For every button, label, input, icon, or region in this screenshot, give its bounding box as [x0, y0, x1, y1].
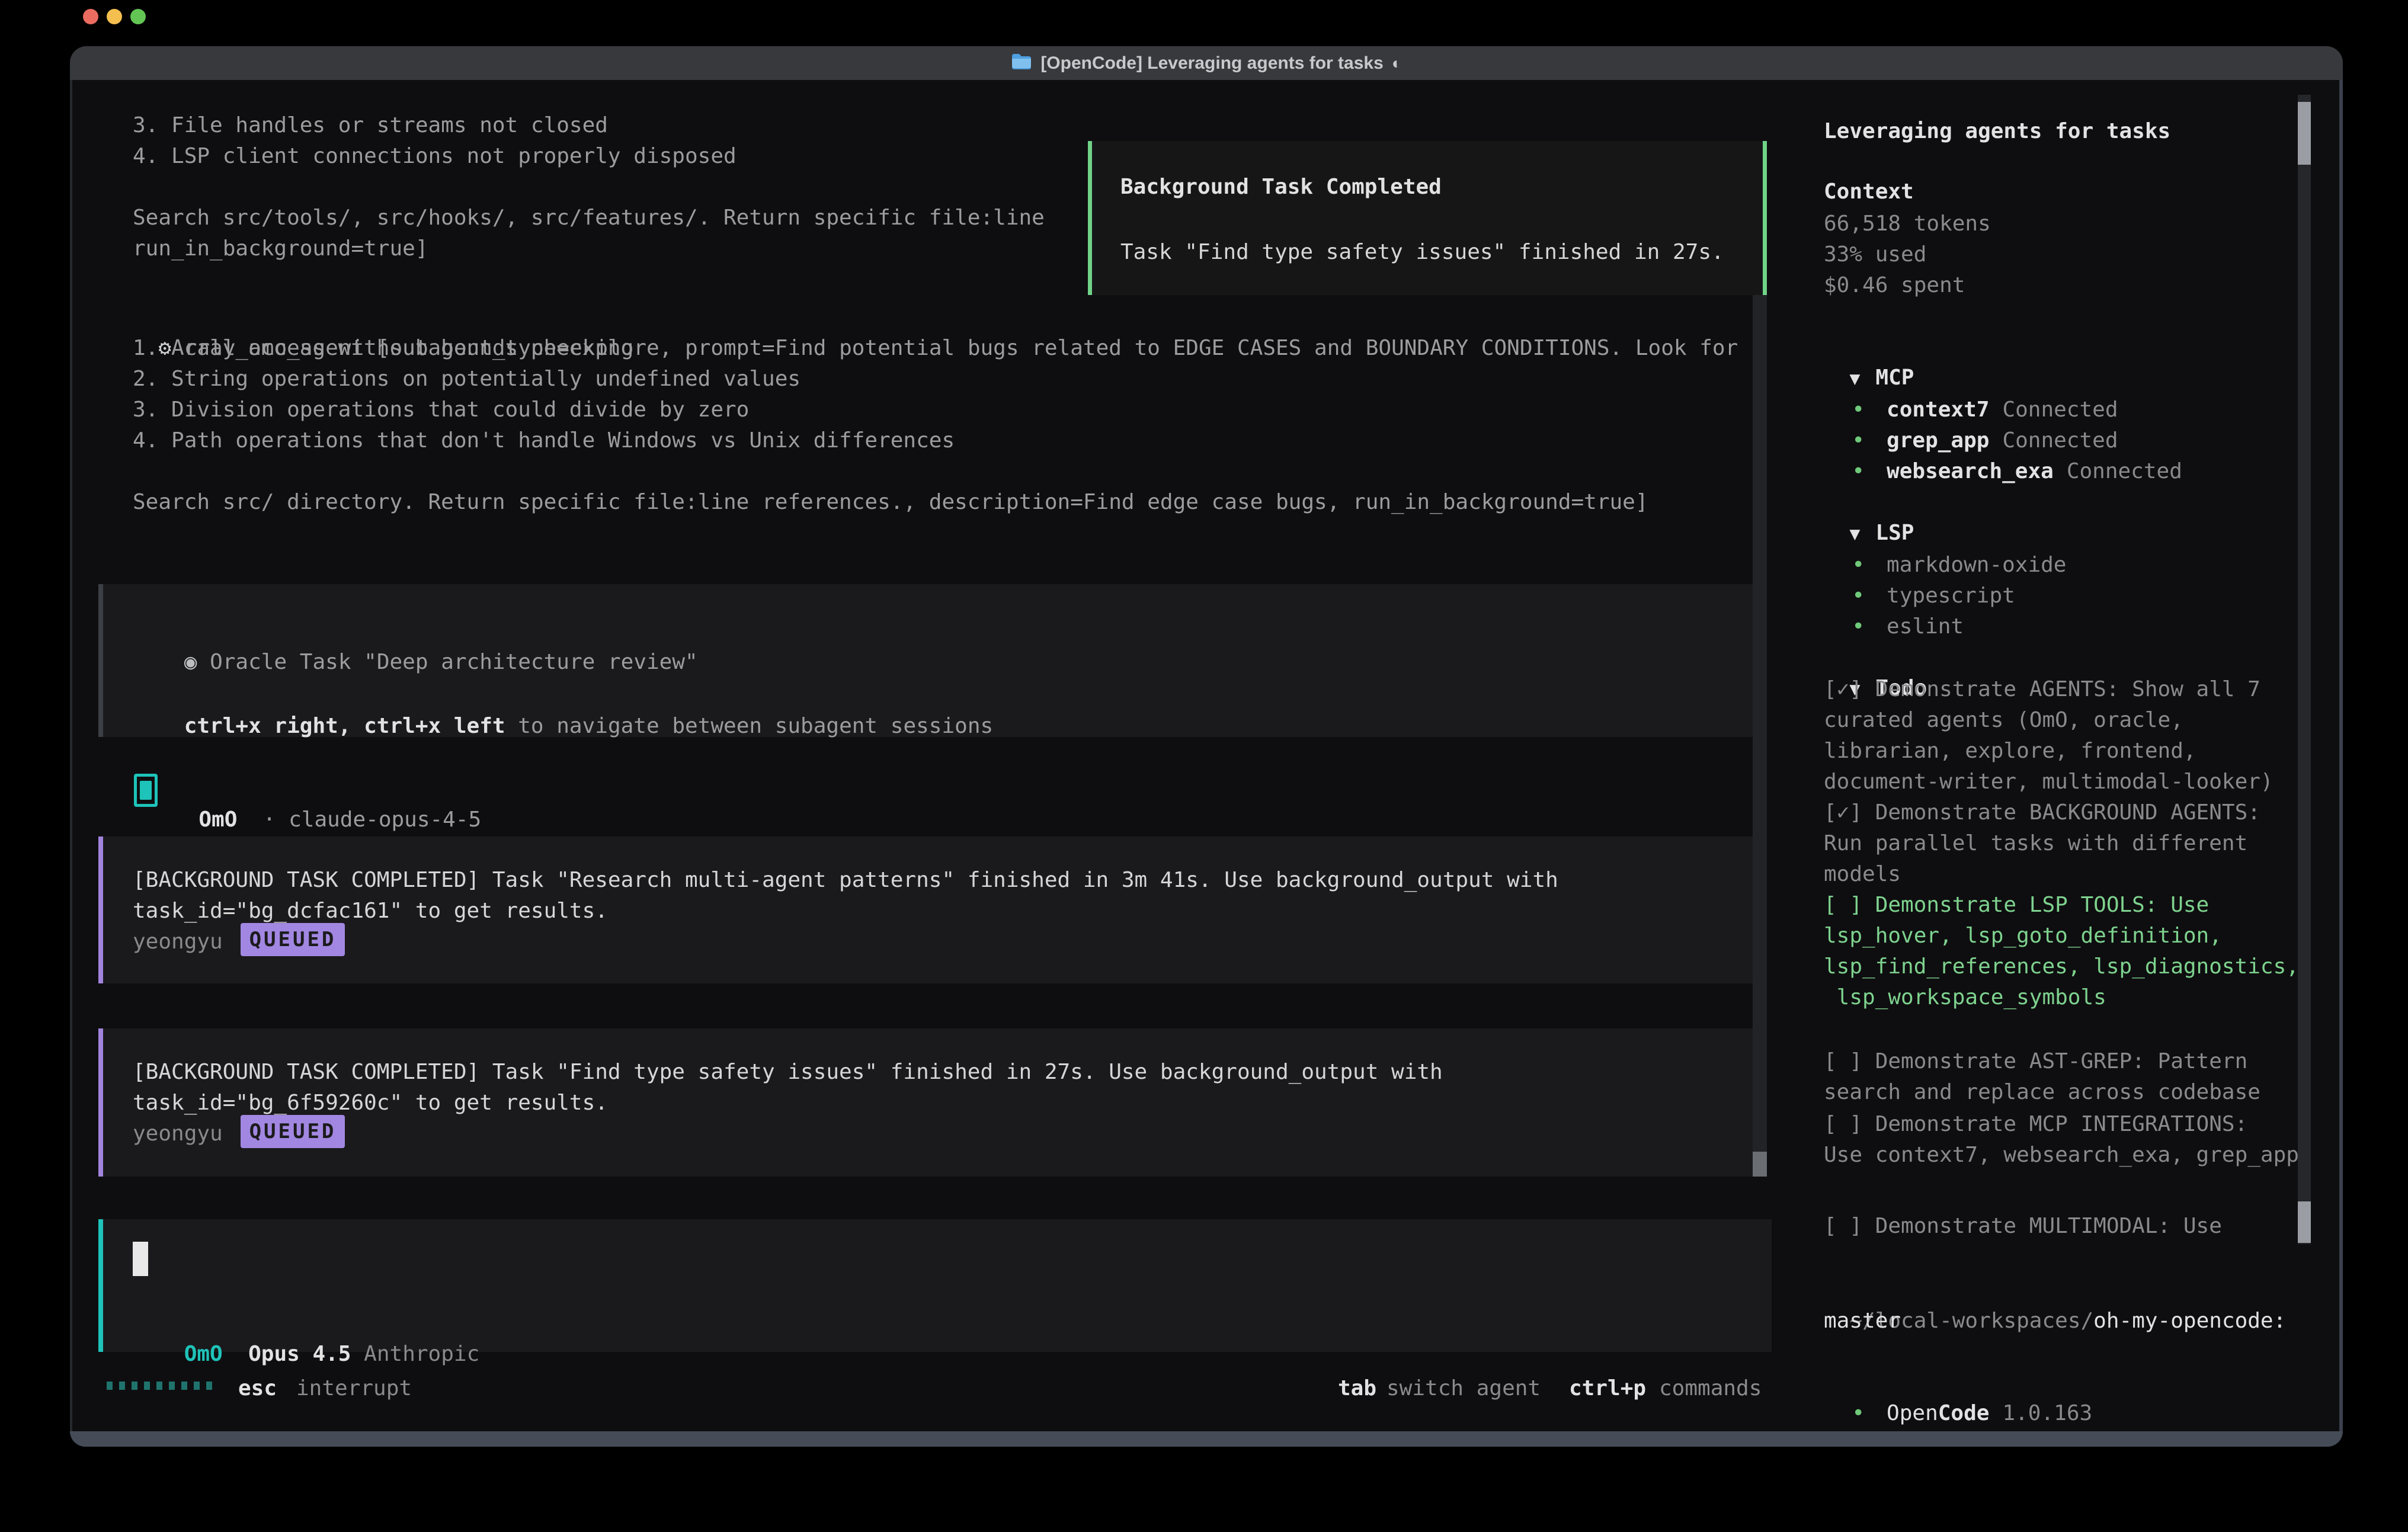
context-heading: Context — [1824, 177, 1914, 207]
input-model-label: Opus 4.5 — [248, 1342, 351, 1366]
task-message-box: [BACKGROUND TASK COMPLETED] Task "Resear… — [98, 836, 1754, 983]
task-author: yeongyu — [133, 927, 223, 957]
oracle-task-box: ◉ Oracle Task "Deep architecture review"… — [98, 584, 1754, 737]
titlebar: [OpenCode] Leveraging agents for tasks ◐ — [70, 46, 2343, 80]
oracle-title: Oracle Task "Deep architecture review" — [210, 650, 698, 674]
omo-agent-icon — [134, 774, 158, 807]
todo-item-line-active: lsp_find_references, lsp_diagnostics, — [1824, 951, 2299, 982]
window-title: [OpenCode] Leveraging agents for tasks — [1040, 55, 1383, 72]
history-line: 3. File handles or streams not closed — [133, 110, 608, 141]
task-message-line1: [BACKGROUND TASK COMPLETED] Task "Find t… — [133, 1057, 1443, 1088]
task-message-box: [BACKGROUND TASK COMPLETED] Task "Find t… — [98, 1028, 1754, 1177]
mcp-item: •websearch_exaConnected — [1826, 425, 2182, 487]
oracle-hint-text: to navigate between subagent sessions — [505, 714, 994, 738]
ctrlp-key-hint: ctrl+p — [1569, 1373, 1646, 1404]
close-button[interactable] — [83, 9, 98, 24]
tool-call-list-item: 2. String operations on potentially unde… — [133, 364, 800, 395]
status-dot-icon: • — [1852, 1401, 1865, 1425]
status-dot-icon: • — [1852, 459, 1865, 483]
esc-key-label: interrupt — [296, 1373, 412, 1404]
todo-item-line: [ ] Demonstrate MCP INTEGRATIONS: — [1824, 1109, 2247, 1140]
sidebar-scrollbar-thumb[interactable] — [2298, 102, 2311, 165]
todo-item-line-active: [ ] Demonstrate LSP TOOLS: Use — [1824, 890, 2209, 921]
ctrlp-key-label: commands — [1659, 1373, 1762, 1404]
todo-item-line-active: lsp_workspace_symbols — [1824, 982, 2106, 1013]
minimize-button[interactable] — [107, 9, 122, 24]
task-author: yeongyu — [133, 1118, 223, 1149]
history-line: Search src/tools/, src/hooks/, src/featu… — [133, 203, 1045, 233]
tool-call-list-item: 3. Division operations that could divide… — [133, 395, 749, 425]
task-message-line2: task_id="bg_dcfac161" to get results. — [133, 896, 608, 927]
todo-item-line: librarian, explore, frontend, — [1824, 736, 2196, 767]
tool-call-tail-line: Search src/ directory. Return specific f… — [133, 487, 1648, 518]
todo-item-line: models — [1824, 859, 1901, 890]
sidebar-scrollbar-track[interactable] — [2298, 95, 2311, 1244]
workspace-branch: master — [1824, 1306, 1901, 1337]
tool-call-list-item: 4. Path operations that don't handle Win… — [133, 425, 955, 456]
background-task-notification: Background Task Completed Task "Find typ… — [1088, 141, 1767, 295]
folder-icon — [1011, 53, 1032, 74]
main-scrollbar-track[interactable] — [1753, 295, 1767, 1177]
app-version: •OpenCode1.0.163 — [1826, 1367, 2092, 1429]
tab-key-label: switch agent — [1386, 1373, 1541, 1404]
todo-item-line: search and replace across codebase — [1824, 1077, 2260, 1108]
task-message-line2: task_id="bg_6f59260c" to get results. — [133, 1088, 608, 1118]
status-dot-icon: • — [1852, 614, 1865, 639]
agent-model: · claude-opus-4-5 — [263, 807, 481, 832]
task-message-line1: [BACKGROUND TASK COMPLETED] Task "Resear… — [133, 865, 1558, 896]
agent-name: OmO — [198, 807, 237, 832]
working-spinner-dots — [107, 1382, 219, 1393]
todo-item-line: [✓] Demonstrate AGENTS: Show all 7 — [1824, 674, 2260, 705]
context-spent: $0.46 spent — [1824, 270, 1965, 301]
status-badge: QUEUED — [241, 923, 345, 956]
todo-item-line: [✓] Demonstrate BACKGROUND AGENTS: — [1824, 797, 2260, 828]
input-provider-label: Anthropic — [364, 1342, 479, 1366]
esc-key-hint: esc — [238, 1373, 277, 1404]
todo-item-line: Use context7, websearch_exa, grep_app — [1824, 1140, 2299, 1171]
sidebar-session-title: Leveraging agents for tasks — [1824, 116, 2170, 147]
history-line: run_in_background=true] — [133, 233, 428, 264]
notification-title: Background Task Completed — [1120, 172, 1442, 203]
notification-body: Task "Find type safety issues" finished … — [1120, 237, 1724, 268]
todo-scrollbar-thumb[interactable] — [2298, 1201, 2311, 1243]
prompt-input[interactable]: OmO Opus 4.5 Anthropic — [98, 1219, 1772, 1352]
moon-icon: ◐ — [1392, 55, 1402, 72]
todo-item-line: document-writer, multimodal-looker) — [1824, 767, 2273, 797]
todo-item-line-active: lsp_hover, lsp_goto_definition, — [1824, 921, 2222, 951]
agent-header: OmO · claude-opus-4-5 — [173, 774, 481, 835]
oracle-icon: ◉ — [184, 650, 197, 674]
todo-item-line: [ ] Demonstrate MULTIMODAL: Use — [1824, 1211, 2222, 1242]
lsp-item: •eslint — [1826, 581, 1964, 642]
status-badge: QUEUED — [241, 1115, 345, 1148]
context-tokens: 66,518 tokens — [1824, 209, 1991, 239]
window-bottom-edge — [70, 1431, 2343, 1447]
context-used: 33% used — [1824, 239, 1926, 270]
main-scrollbar-thumb[interactable] — [1753, 1152, 1767, 1177]
todo-item-line: Run parallel tasks with different — [1824, 828, 2247, 859]
text-cursor — [133, 1242, 148, 1276]
tool-call-list-item: 1. Array access without bounds checking — [133, 333, 633, 364]
zoom-button[interactable] — [130, 9, 146, 24]
todo-item-line: [ ] Demonstrate AST-GREP: Pattern — [1824, 1046, 2247, 1077]
todo-item-line: curated agents (OmO, oracle, — [1824, 705, 2183, 736]
tab-key-hint: tab — [1338, 1373, 1376, 1404]
oracle-hint-keys: ctrl+x right, ctrl+x left — [184, 714, 505, 738]
history-line: 4. LSP client connections not properly d… — [133, 141, 737, 172]
input-agent-label: OmO — [184, 1342, 223, 1366]
